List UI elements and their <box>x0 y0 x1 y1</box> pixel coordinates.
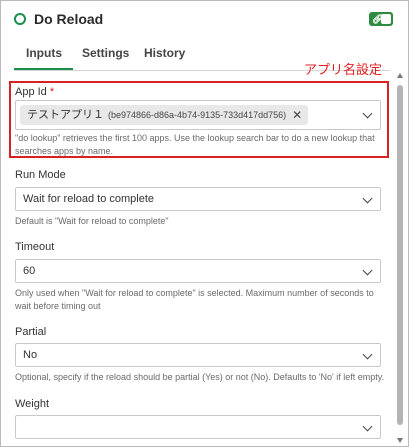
partial-label: Partial <box>15 326 47 338</box>
status-circle-icon <box>14 13 26 25</box>
partial-select[interactable]: No <box>15 343 381 367</box>
block-title: Do Reload <box>34 11 104 27</box>
chevron-down-icon[interactable] <box>362 421 373 432</box>
chevron-down-icon[interactable] <box>362 349 373 360</box>
scroll-down-arrow-icon[interactable] <box>397 438 403 443</box>
panel: Do Reload 🔗︎ Inputs Settings History アプリ… <box>0 0 409 447</box>
tab-history[interactable]: History <box>144 46 185 60</box>
selected-app-chip: テストアプリ１ (be974866-d86a-4b74-9135-733d417d… <box>20 105 309 125</box>
toggle-knob <box>381 14 391 24</box>
panel-header: Do Reload 🔗︎ <box>1 1 408 39</box>
timeout-select[interactable]: 60 <box>15 259 381 283</box>
app-id-label-text: App Id <box>15 86 47 98</box>
chevron-down-icon[interactable] <box>362 193 373 204</box>
run-mode-help: Default is "Wait for reload to complete" <box>15 216 169 226</box>
app-id-select[interactable]: テストアプリ１ (be974866-d86a-4b74-9135-733d417d… <box>15 100 381 130</box>
run-mode-select[interactable]: Wait for reload to complete <box>15 187 381 211</box>
app-id-label: App Id * <box>15 86 54 98</box>
enable-toggle[interactable]: 🔗︎ <box>369 12 393 26</box>
run-mode-label: Run Mode <box>15 169 66 181</box>
chevron-down-icon[interactable] <box>362 108 373 119</box>
remove-chip-icon[interactable]: ✕ <box>292 108 302 122</box>
timeout-label: Timeout <box>15 241 55 253</box>
tab-inputs[interactable]: Inputs <box>26 46 62 60</box>
tab-settings[interactable]: Settings <box>82 46 129 60</box>
partial-help: Optional, specify if the reload should b… <box>15 372 385 382</box>
timeout-value: 60 <box>23 265 36 277</box>
chip-app-name: テストアプリ１ <box>27 109 104 121</box>
scroll-up-arrow-icon[interactable] <box>397 73 403 78</box>
timeout-help: Only used when "Wait for reload to compl… <box>15 288 374 311</box>
annotation-text: アプリ名設定 <box>304 62 383 77</box>
scrollbar-thumb[interactable] <box>397 85 403 425</box>
chevron-down-icon[interactable] <box>362 265 373 276</box>
app-id-help: "do lookup" retrieves the first 100 apps… <box>15 133 375 156</box>
weight-select[interactable] <box>15 415 381 439</box>
chip-app-id: (be974866-d86a-4b74-9135-733d417dd756) <box>108 110 287 120</box>
required-mark: * <box>49 86 55 98</box>
weight-label: Weight <box>15 398 50 410</box>
partial-value: No <box>23 349 38 361</box>
run-mode-value: Wait for reload to complete <box>23 193 155 205</box>
